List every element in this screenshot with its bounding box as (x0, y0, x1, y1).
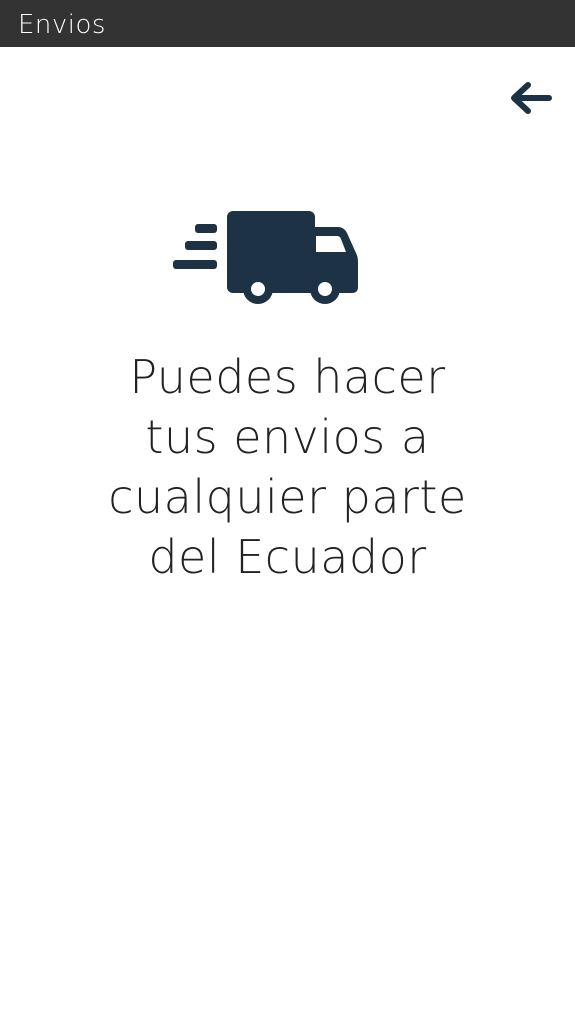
back-button[interactable] (503, 77, 559, 119)
message-line: del Ecuador (148, 530, 427, 584)
app-bar: Envios (0, 0, 575, 47)
app-title: Envios (18, 10, 106, 40)
shipping-fast-truck-icon (173, 211, 358, 304)
message-line: Puedes hacer (129, 350, 446, 404)
arrow-left-icon (511, 82, 552, 114)
message-line: tus envios a (145, 410, 430, 464)
main-content: Puedes hacer tus envios a cualquier part… (0, 47, 575, 1023)
shipping-message: Puedes hacer tus envios a cualquier part… (60, 347, 515, 587)
message-line: cualquier parte (108, 470, 467, 524)
